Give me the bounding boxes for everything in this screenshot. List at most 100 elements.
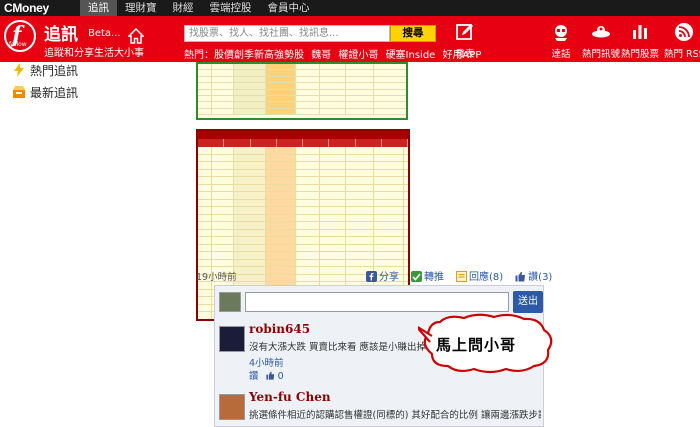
table-cell [346, 192, 374, 199]
search-input[interactable]: 找股票、找人、找社團、找訊息... [184, 25, 390, 42]
table-cell [266, 184, 296, 191]
robot-icon [555, 25, 567, 41]
avatar[interactable] [219, 326, 245, 352]
header-link-chat-label: 達話 [551, 49, 571, 60]
header-link-hot-signals[interactable]: 熱門訊號 [582, 22, 620, 60]
brand-title[interactable]: 追訊 [44, 20, 78, 45]
hot-link-wei[interactable]: 魏哥 [311, 50, 331, 61]
table-cell [296, 222, 320, 229]
table-cell [296, 274, 320, 281]
table-row [198, 169, 408, 177]
avatar[interactable] [219, 394, 245, 420]
table-cell [234, 154, 266, 161]
table-cell [374, 162, 404, 169]
home-icon[interactable] [128, 28, 144, 44]
table-cell [374, 147, 404, 154]
table-cell [234, 207, 266, 214]
table-cell [374, 199, 404, 206]
like-button[interactable]: 讚(3) [515, 268, 552, 283]
table-row [198, 259, 408, 267]
callout-text: 馬上問小哥 [436, 336, 517, 354]
table-cell [266, 244, 296, 251]
header-link-hot-stocks[interactable]: 熱門股票 [621, 22, 659, 60]
comment-input[interactable] [245, 292, 509, 312]
table-cell [296, 154, 320, 161]
table-cell [374, 184, 404, 191]
table-row [198, 184, 408, 192]
table-cell [296, 252, 320, 259]
table-cell [212, 154, 234, 161]
table-cell [320, 274, 346, 281]
table-cell [212, 162, 234, 169]
comment-text: 挑選條件相近的認購認售權證(同標的) 其好配合的比例 讓兩邊漲跌步調一致 [249, 410, 541, 421]
hot-links: 熱門：股價創季新高強勢股 魏哥 權證小哥 硬塞Inside 好用APP [184, 46, 485, 61]
table-cell [234, 199, 266, 206]
table-cell [212, 214, 234, 221]
table-cell [296, 162, 320, 169]
table-cell [266, 274, 296, 281]
sidebar-item-hot-follow[interactable]: 熱門追訊 [12, 62, 78, 79]
top-nav: 追訊 理財寶 財經 雲端控股 會員中心 [80, 0, 318, 16]
brand-slogan: 追蹤和分享生活大小事 [44, 48, 144, 59]
table-cell [212, 252, 234, 259]
table-row [198, 177, 408, 185]
table-row [198, 108, 406, 116]
site-header: f follow 追訊 Beta... 追蹤和分享生活大小事 找股票、找人、找社… [0, 16, 700, 62]
repost-button[interactable]: 轉推 [411, 268, 444, 283]
hot-link-warrant-brother[interactable]: 權證小哥 [338, 50, 378, 61]
header-link-chat[interactable]: 達話 [551, 22, 571, 60]
table-cell [266, 237, 296, 244]
table-cell [296, 147, 320, 154]
ufo-icon [592, 26, 610, 38]
top-nav-item-finance[interactable]: 財經 [165, 0, 202, 16]
table-cell [212, 207, 234, 214]
submit-comment-button[interactable]: 送出 [513, 291, 543, 313]
comment-author[interactable]: Yen-fu Chen [249, 390, 331, 404]
table-cell [234, 162, 266, 169]
cmoney-logo[interactable]: CMoney [4, 1, 49, 15]
post-button[interactable]: 發表 [455, 22, 475, 60]
table-cell [346, 207, 374, 214]
table-cell [212, 184, 234, 191]
header-link-hot-rss[interactable]: 熱門 RSS [664, 22, 700, 60]
table-cell [296, 214, 320, 221]
table-cell [212, 147, 234, 154]
hot-link-strong-stocks[interactable]: 熱門：股價創季新高強勢股 [184, 50, 304, 61]
reply-label: 回應(8) [469, 272, 504, 283]
table-cell [296, 267, 320, 274]
table-cell [320, 154, 346, 161]
top-nav-item-cloud[interactable]: 雲端控股 [202, 0, 260, 16]
reply-icon [456, 271, 467, 282]
reply-button[interactable]: 回應(8) [456, 268, 503, 283]
table-cell [198, 214, 212, 221]
follow-logo[interactable]: f follow [4, 20, 36, 52]
table-cell [234, 222, 266, 229]
top-nav-item-member[interactable]: 會員中心 [260, 0, 318, 16]
table-cell [320, 229, 346, 236]
table-cell [374, 169, 404, 176]
comment-like-button[interactable]: 讚 [249, 371, 259, 382]
table-cell [374, 214, 404, 221]
table-cell [234, 244, 266, 251]
table-cell [234, 169, 266, 176]
table-cell [296, 207, 320, 214]
share-label: 分享 [379, 272, 399, 283]
post-image-green-table[interactable] [196, 62, 408, 120]
table-cell [266, 259, 296, 266]
top-nav-item-wealth[interactable]: 理財寶 [117, 0, 165, 16]
table-cell [212, 222, 234, 229]
sidebar-item-latest-follow[interactable]: 最新追訊 [12, 84, 78, 101]
search-button[interactable]: 搜尋 [390, 25, 436, 42]
table-cell [374, 229, 404, 236]
top-nav-item-follow[interactable]: 追訊 [80, 0, 117, 16]
comment-author[interactable]: robin645 [249, 322, 310, 336]
hot-link-inside[interactable]: 硬塞Inside [386, 50, 436, 61]
repost-label: 轉推 [424, 272, 444, 283]
table-cell [234, 192, 266, 199]
header-link-hot-stocks-label: 熱門股票 [621, 49, 660, 60]
share-button[interactable]: 分享 [366, 268, 399, 283]
comment-time[interactable]: 4小時前 [249, 355, 284, 369]
table-cell [320, 147, 346, 154]
table-cell [198, 244, 212, 251]
table-cell [198, 192, 212, 199]
